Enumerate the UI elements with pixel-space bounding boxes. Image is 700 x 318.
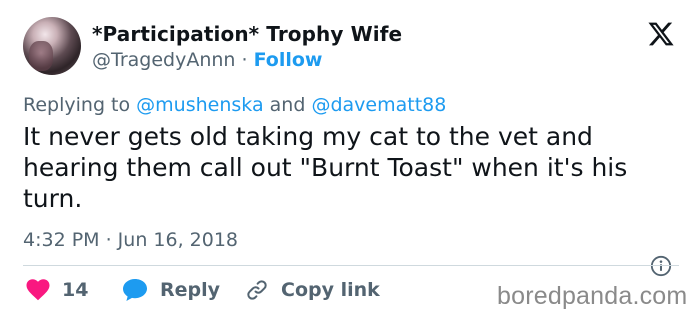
- watermark: boredpanda.com: [497, 282, 688, 310]
- author-handle[interactable]: @TragedyAnnn: [92, 49, 235, 71]
- reply-bubble-icon: [123, 279, 147, 301]
- like-count: 14: [62, 279, 89, 301]
- divider: [23, 265, 679, 266]
- x-logo-icon[interactable]: [647, 20, 675, 48]
- replying-prefix: Replying to: [23, 94, 131, 116]
- like-button[interactable]: 14: [26, 277, 88, 303]
- handle-separator: ·: [241, 49, 248, 71]
- reply-button[interactable]: Reply: [122, 277, 220, 303]
- copy-link-label: Copy link: [281, 279, 380, 301]
- follow-button[interactable]: Follow: [254, 49, 323, 71]
- author-display-name[interactable]: *Participation* Trophy Wife: [92, 22, 402, 46]
- tweet-timestamp[interactable]: 4:32 PM · Jun 16, 2018: [23, 229, 238, 251]
- avatar[interactable]: [23, 17, 81, 75]
- author-handle-row: @TragedyAnnn · Follow: [92, 49, 323, 71]
- replying-to: Replying to @mushenska and @davematt88: [23, 94, 446, 116]
- link-icon: [247, 280, 267, 300]
- info-icon[interactable]: [650, 255, 672, 277]
- reply-label: Reply: [160, 279, 221, 301]
- tweet-text: It never gets old taking my cat to the v…: [23, 122, 628, 213]
- mention-link[interactable]: @davematt88: [311, 94, 446, 116]
- replying-conjunction: and: [269, 94, 306, 116]
- copy-link-button[interactable]: Copy link: [245, 277, 380, 303]
- heart-icon: [26, 279, 50, 301]
- mention-link[interactable]: @mushenska: [136, 94, 263, 116]
